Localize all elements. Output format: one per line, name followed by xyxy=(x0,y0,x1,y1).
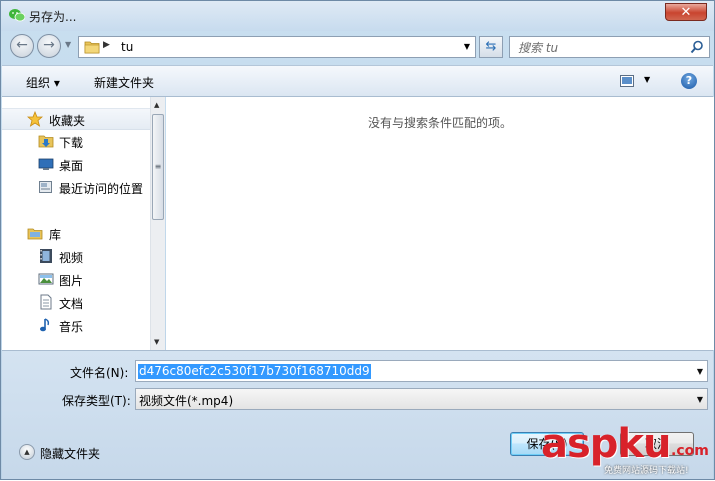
view-icon xyxy=(620,75,634,87)
grip-icon: ≡ xyxy=(154,162,162,171)
arrow-left-icon: ← xyxy=(16,37,28,53)
window-title: 另存为... xyxy=(29,10,77,24)
help-icon: ? xyxy=(685,74,693,87)
sidebar-item-videos[interactable]: 视频 xyxy=(2,246,150,266)
sidebar-item-label: 收藏夹 xyxy=(49,114,86,128)
search-icon[interactable] xyxy=(690,40,704,54)
address-path[interactable]: tu xyxy=(121,40,133,54)
back-button[interactable]: ← xyxy=(10,34,34,58)
address-bar[interactable]: ▶ tu ▼ xyxy=(78,36,476,58)
sidebar-item-documents[interactable]: 文档 xyxy=(2,292,150,312)
document-icon xyxy=(40,294,52,310)
chevron-down-icon[interactable]: ▼ xyxy=(697,395,703,404)
watermark-brand: aspku xyxy=(541,421,672,467)
sidebar-item-pictures[interactable]: 图片 xyxy=(2,269,150,289)
watermark-tagline: 免费网站源码下载站! xyxy=(604,466,689,476)
empty-results-message: 没有与搜索条件匹配的项。 xyxy=(367,116,512,130)
forward-button[interactable]: → xyxy=(37,34,61,58)
sidebar-item-downloads[interactable]: 下载 xyxy=(2,131,150,151)
wechat-icon xyxy=(9,9,25,22)
filetype-select[interactable]: 视频文件(*.mp4) ▼ xyxy=(135,388,708,410)
file-list[interactable]: 没有与搜索条件匹配的项。 xyxy=(166,97,714,350)
sidebar-item-libraries[interactable]: 库 xyxy=(2,223,150,243)
sidebar-item-desktop[interactable]: 桌面 xyxy=(2,154,150,174)
recent-places-icon xyxy=(39,181,52,193)
folder-icon xyxy=(84,41,100,54)
refresh-icon: ⇆ xyxy=(485,39,497,54)
site-watermark: aspku .com 免费网站源码下载站! xyxy=(541,421,715,481)
command-toolbar: 组织 ▾ 新建文件夹 ▼ ? xyxy=(2,65,713,97)
navigation-pane: 收藏夹 下载 桌面 最近访问的位置 库 视频 图片 文档 音乐 xyxy=(2,97,150,350)
pictures-icon xyxy=(38,273,54,285)
sidebar-item-label: 音乐 xyxy=(59,320,84,334)
filename-value[interactable]: d476c80efc2c530f17b730f168710dd9 xyxy=(138,364,371,379)
view-options-button[interactable]: ▼ xyxy=(620,73,660,89)
downloads-folder-icon xyxy=(38,135,54,148)
star-icon xyxy=(27,111,43,127)
sidebar-scrollbar[interactable]: ▲ ≡ ▼ xyxy=(150,97,165,350)
search-box[interactable] xyxy=(509,36,710,59)
libraries-icon xyxy=(27,228,43,240)
hide-folders-label: 隐藏文件夹 xyxy=(40,447,101,461)
sidebar-item-label: 库 xyxy=(49,228,62,242)
watermark-tld: .com xyxy=(671,443,709,459)
filename-label: 文件名(N): xyxy=(70,366,129,380)
address-dropdown-icon[interactable]: ▼ xyxy=(464,42,470,51)
sidebar-item-music[interactable]: 音乐 xyxy=(2,315,150,335)
save-as-dialog: 另存为... ✕ ← → ▼ ▶ tu ▼ ⇆ 搜索 tu 组织 ▾ 新建文件夹… xyxy=(0,0,715,480)
new-folder-button[interactable]: 新建文件夹 xyxy=(94,74,154,91)
close-button[interactable]: ✕ xyxy=(665,3,707,21)
sidebar-item-recent-places[interactable]: 最近访问的位置 xyxy=(2,177,150,197)
breadcrumb-arrow-icon[interactable]: ▶ xyxy=(103,40,110,50)
sidebar-item-label: 桌面 xyxy=(59,159,84,173)
sidebar-item-label: 图片 xyxy=(59,274,84,288)
scroll-up-icon[interactable]: ▲ xyxy=(154,101,159,109)
search-input[interactable] xyxy=(510,37,695,59)
music-note-icon xyxy=(40,318,50,332)
title-bar: 另存为... ✕ xyxy=(1,1,714,31)
refresh-button[interactable]: ⇆ xyxy=(479,36,503,58)
sidebar-item-label: 最近访问的位置 xyxy=(59,182,144,196)
help-button[interactable]: ? xyxy=(681,73,697,89)
sidebar-item-label: 文档 xyxy=(59,297,84,311)
filetype-value: 视频文件(*.mp4) xyxy=(139,394,234,408)
arrow-right-icon: → xyxy=(43,37,55,53)
sidebar-item-label: 下载 xyxy=(59,136,84,150)
navigation-bar: ← → ▼ ▶ tu ▼ ⇆ xyxy=(1,31,714,63)
scrollbar-thumb[interactable]: ≡ xyxy=(152,114,164,220)
sidebar-item-favorites[interactable]: 收藏夹 xyxy=(2,108,150,130)
filetype-label: 保存类型(T): xyxy=(62,394,131,408)
scroll-down-icon[interactable]: ▼ xyxy=(154,338,159,346)
desktop-icon xyxy=(38,158,54,170)
video-icon xyxy=(40,249,52,263)
chevron-down-icon: ▼ xyxy=(644,75,651,84)
chevron-up-icon: ▲ xyxy=(19,444,35,460)
history-dropdown-icon[interactable]: ▼ xyxy=(65,40,71,49)
organize-menu[interactable]: 组织 ▾ xyxy=(26,74,60,91)
sidebar-item-label: 视频 xyxy=(59,251,84,265)
chevron-down-icon[interactable]: ▼ xyxy=(697,367,703,376)
filename-field[interactable]: d476c80efc2c530f17b730f168710dd9 ▼ xyxy=(135,360,708,382)
